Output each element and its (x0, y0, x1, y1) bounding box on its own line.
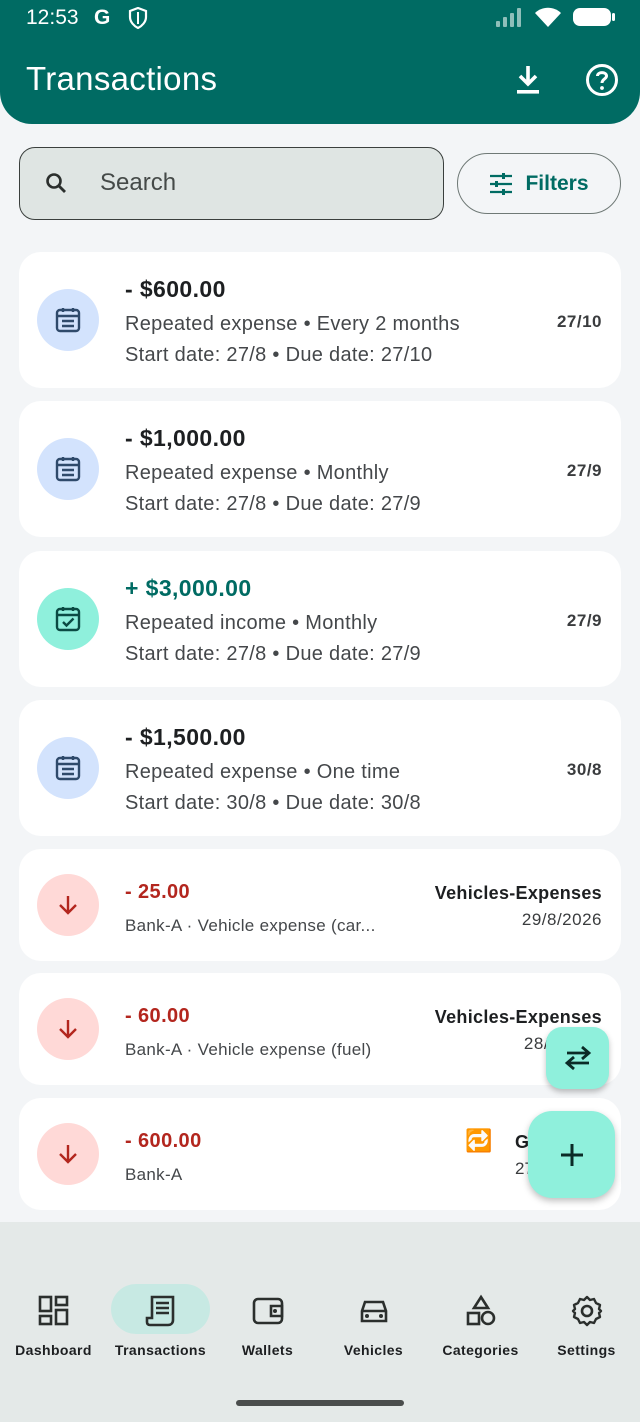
due-date: 27/9 (566, 611, 602, 630)
date: 29/8/2026 (521, 910, 602, 929)
nav-vehicles[interactable]: Vehicles (320, 1278, 427, 1368)
nav-settings[interactable]: Settings (533, 1278, 640, 1368)
wallet-note: Bank-A · Vehicle expense (car... (125, 916, 376, 936)
calendar-check-icon (55, 607, 81, 632)
google-icon: G (94, 6, 111, 29)
home-indicator[interactable] (236, 1400, 404, 1406)
arrow-down-icon (59, 1145, 77, 1164)
help-button[interactable] (582, 60, 622, 100)
amount: - $1,000.00 (125, 425, 246, 451)
category: Vehicles-Expenses (434, 883, 602, 903)
nav-wallets[interactable]: Wallets (214, 1278, 321, 1368)
receipt-icon (145, 1295, 174, 1327)
nav-label: Wallets (241, 1342, 294, 1358)
add-transaction-fab[interactable] (528, 1111, 615, 1198)
nav-label: Transactions (114, 1342, 207, 1358)
nav-label: Dashboard (15, 1342, 92, 1358)
tune-icon (490, 172, 513, 195)
app-bar: 12:53 G Transactions (0, 0, 640, 124)
repeated-card[interactable]: - $1,500.00 Repeated expense • One time … (19, 700, 621, 836)
expense-avatar (37, 1123, 99, 1185)
wallet-name: Bank-A (125, 916, 182, 935)
amount: - $600.00 (125, 276, 226, 302)
status-time: 12:53 (26, 6, 79, 29)
transfer-fab[interactable] (546, 1027, 609, 1089)
gear-icon (571, 1295, 602, 1327)
wifi-icon (535, 7, 561, 27)
transaction-card[interactable]: - 60.00 Bank-A · Vehicle expense (fuel) … (19, 973, 621, 1085)
signal-icon (496, 8, 521, 27)
nav-dashboard[interactable]: Dashboard (0, 1278, 107, 1368)
search-icon (46, 173, 66, 193)
dates-line: Start date: 30/8 • Due date: 30/8 (125, 792, 421, 814)
due-date: 27/9 (566, 461, 602, 480)
due-date: 30/8 (566, 760, 602, 779)
categories-icon (466, 1294, 495, 1326)
calendar-icon (55, 756, 81, 781)
search-bar[interactable] (19, 147, 444, 220)
dashboard-icon (38, 1295, 68, 1326)
calendar-icon (55, 457, 81, 482)
plus-icon (560, 1143, 583, 1166)
repeated-card[interactable]: - $600.00 Repeated expense • Every 2 mon… (19, 252, 621, 388)
battery-icon (573, 8, 615, 26)
filters-button[interactable]: Filters (457, 153, 621, 214)
due-date: 27/10 (556, 312, 602, 331)
recurrence-line: Repeated expense • Monthly (125, 462, 389, 484)
dates-line: Start date: 27/8 • Due date: 27/10 (125, 344, 433, 366)
wallet-name: Bank-A (125, 1040, 182, 1059)
wallet-name: Bank-A (125, 1165, 183, 1184)
calendar-avatar (37, 737, 99, 799)
swap-icon (564, 1045, 591, 1071)
car-icon (360, 1300, 387, 1323)
calendar-icon (55, 308, 81, 333)
calendar-avatar (37, 289, 99, 351)
nav-label: Settings (557, 1342, 616, 1358)
filters-label: Filters (525, 171, 589, 195)
calendar-check-avatar (37, 588, 99, 650)
expense-avatar (37, 874, 99, 936)
dates-line: Start date: 27/8 • Due date: 27/9 (125, 493, 421, 515)
recurrence-line: Repeated expense • One time (125, 761, 401, 783)
status-icons (494, 6, 616, 28)
recurring-badge-icon: 🔁 (465, 1128, 493, 1153)
page-title: Transactions (26, 60, 218, 97)
separator: · (186, 1040, 198, 1059)
amount: - 60.00 (125, 1005, 191, 1027)
download-icon (517, 66, 539, 94)
amount: + $3,000.00 (125, 575, 252, 601)
nav-label: Vehicles (343, 1342, 404, 1358)
wallet-note: Bank-A · Vehicle expense (fuel) (125, 1040, 372, 1060)
repeated-card[interactable]: - $1,000.00 Repeated expense • Monthly S… (19, 401, 621, 537)
amount: - $1,500.00 (125, 724, 246, 750)
note: Vehicle expense (fuel) (197, 1040, 372, 1059)
status-bar: 12:53 G (0, 0, 640, 38)
separator: · (186, 916, 198, 935)
shield-icon (128, 7, 148, 29)
repeated-card[interactable]: + $3,000.00 Repeated income • Monthly St… (19, 551, 621, 687)
calendar-avatar (37, 438, 99, 500)
recurrence-line: Repeated income • Monthly (125, 612, 378, 634)
category: G (515, 1132, 530, 1152)
dates-line: Start date: 27/8 • Due date: 27/9 (125, 643, 421, 665)
note: Vehicle expense (car... (197, 916, 376, 935)
nav-categories[interactable]: Categories (427, 1278, 534, 1368)
amount: - 600.00 (125, 1130, 202, 1152)
arrow-down-icon (59, 1020, 77, 1039)
recurrence-line: Repeated expense • Every 2 months (125, 313, 460, 335)
search-input[interactable] (100, 148, 430, 218)
wallet-icon (252, 1297, 283, 1325)
amount: - 25.00 (125, 881, 191, 903)
help-icon (586, 64, 618, 96)
nav-transactions[interactable]: Transactions (107, 1278, 214, 1368)
arrow-down-icon (59, 896, 77, 915)
category: Vehicles-Expenses (434, 1007, 602, 1027)
download-button[interactable] (508, 60, 548, 100)
nav-label: Categories (442, 1342, 519, 1358)
transaction-card[interactable]: - 25.00 Bank-A · Vehicle expense (car...… (19, 849, 621, 961)
expense-avatar (37, 998, 99, 1060)
